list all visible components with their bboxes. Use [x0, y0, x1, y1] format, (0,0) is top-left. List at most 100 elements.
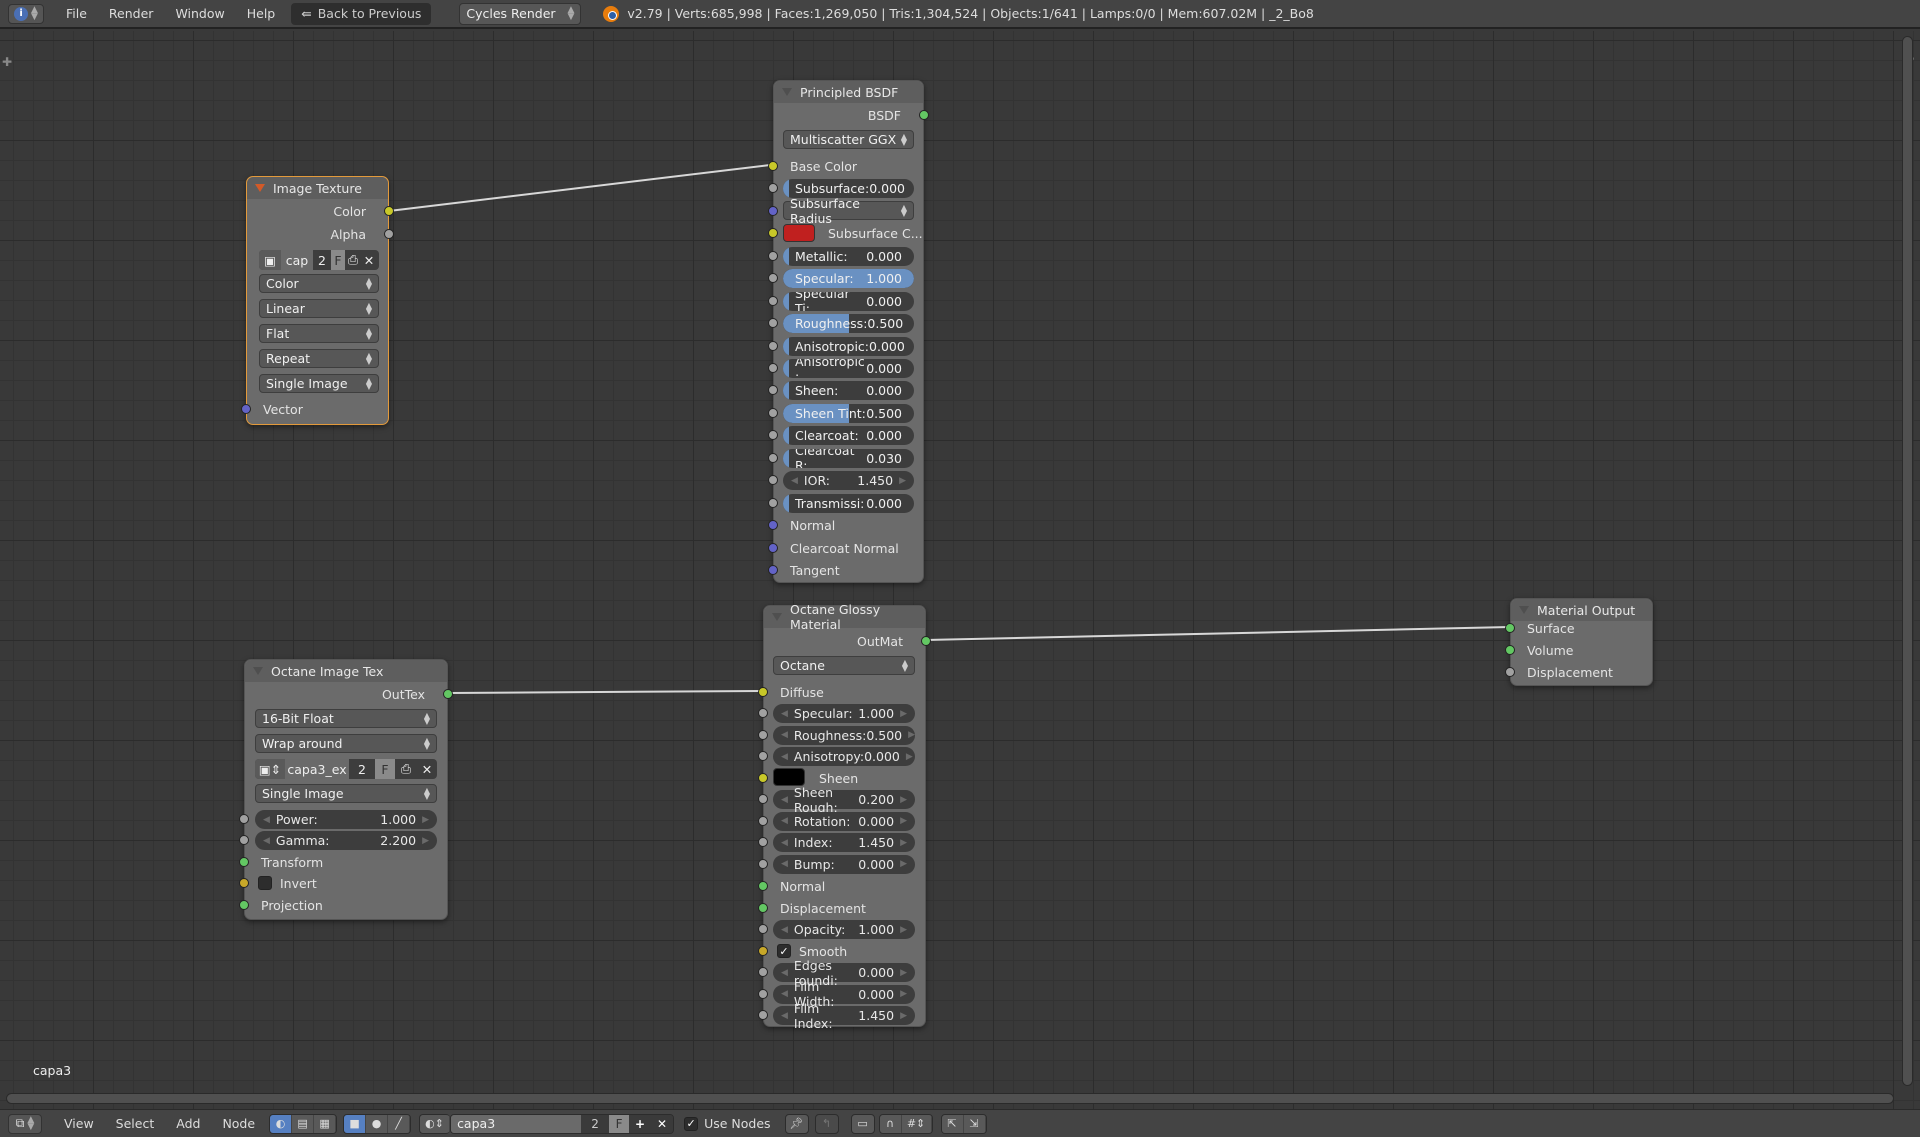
brdf-select[interactable]: Octane ▲ ▼ [773, 656, 915, 675]
image-browse-icon[interactable]: ▣ [259, 250, 281, 270]
unlink-icon[interactable]: ✕ [417, 759, 437, 779]
world-shader-icon[interactable]: ● [366, 1114, 389, 1133]
unlink-material-icon[interactable]: ✕ [651, 1114, 674, 1133]
number-field[interactable]: ◀ Rotation: 0.000 ▶ [773, 811, 915, 831]
output-socket[interactable] [919, 110, 929, 120]
menu-add[interactable]: Add [176, 1116, 200, 1131]
value-slider[interactable]: Subsurface: 0.000 [783, 179, 914, 198]
image-texture-node[interactable]: Image Texture Color Alpha ▣ cap 2 F ⎙ ✕ … [241, 176, 394, 425]
output-socket[interactable] [384, 229, 394, 239]
smooth-checkbox[interactable]: ✓ [777, 944, 791, 958]
input-socket[interactable] [768, 385, 778, 396]
input-socket[interactable] [768, 273, 778, 284]
back-to-previous-button[interactable]: ⇚ Back to Previous [291, 2, 432, 25]
image-name-field[interactable]: cap [281, 250, 313, 270]
menu-window[interactable]: Window [175, 6, 224, 21]
input-socket[interactable] [1505, 623, 1515, 633]
transmission-slider[interactable]: Transmissi: 0.000 [783, 494, 914, 513]
use-nodes-checkbox[interactable]: ✓ [684, 1116, 699, 1131]
input-socket[interactable] [239, 814, 249, 824]
increment-arrow-icon[interactable]: ▶ [900, 1011, 907, 1021]
input-socket[interactable] [768, 251, 778, 261]
collapse-triangle-icon[interactable] [1519, 606, 1529, 614]
input-socket[interactable] [1505, 667, 1515, 677]
collapse-triangle-icon[interactable] [772, 613, 782, 621]
subsurface-radius-select[interactable]: Subsurface Radius ▲ ▼ [783, 196, 914, 226]
interpolation-select[interactable]: Linear ▲ ▼ [259, 299, 379, 318]
decrement-arrow-icon[interactable]: ◀ [781, 709, 788, 719]
output-socket[interactable] [384, 206, 394, 216]
increment-arrow-icon[interactable]: ▶ [422, 836, 429, 846]
input-socket[interactable] [768, 430, 778, 441]
node-header[interactable]: Octane Glossy Material [764, 602, 925, 632]
image-selector[interactable]: ▣ cap 2 F ⎙ ✕ [259, 250, 379, 270]
line-style-icon[interactable]: ╱ [388, 1114, 411, 1133]
unlink-icon[interactable]: ✕ [361, 250, 377, 270]
paste-nodes-icon[interactable]: ⇲ [963, 1114, 986, 1133]
decrement-arrow-icon[interactable]: ◀ [781, 1011, 788, 1021]
node-header[interactable]: Principled BSDF [774, 81, 923, 103]
menu-select[interactable]: Select [116, 1116, 155, 1131]
decrement-arrow-icon[interactable]: ◀ [781, 989, 788, 999]
input-socket[interactable] [758, 903, 768, 913]
editor-type-selector[interactable]: ⧉ ▲ ▼ [8, 1113, 42, 1134]
render-engine-select[interactable]: Cycles Render ▲ ▼ [459, 2, 582, 25]
decrement-arrow-icon[interactable]: ◀ [781, 730, 788, 740]
input-socket[interactable] [768, 340, 778, 351]
extension-select[interactable]: Repeat ▲ ▼ [259, 349, 379, 368]
increment-arrow-icon[interactable]: ▶ [906, 752, 913, 762]
input-socket[interactable] [768, 565, 778, 575]
menu-render[interactable]: Render [109, 6, 154, 21]
snap-magnet-icon[interactable]: ∩ [879, 1114, 902, 1133]
menu-help[interactable]: Help [247, 6, 276, 21]
material-name-field[interactable]: capa3 [451, 1114, 582, 1133]
output-socket[interactable] [921, 636, 931, 646]
input-socket[interactable] [758, 881, 768, 891]
value-slider[interactable]: Anisotropic: 0.000 [783, 336, 914, 356]
decrement-arrow-icon[interactable]: ◀ [781, 795, 788, 805]
open-image-icon[interactable]: ⎙ [345, 250, 361, 270]
increment-arrow-icon[interactable]: ▶ [900, 816, 907, 826]
fake-user-button[interactable]: F [331, 250, 345, 270]
ior-field[interactable]: ◀ IOR: 1.450 ▶ [783, 471, 914, 490]
value-slider[interactable]: Clearcoat R: 0.030 [783, 448, 914, 468]
vertical-scrollbar[interactable] [1902, 36, 1913, 1086]
input-socket[interactable] [768, 452, 778, 463]
power-field[interactable]: ◀ Power: 1.000 ▶ [255, 810, 437, 829]
input-socket[interactable] [758, 946, 768, 956]
fake-user-button[interactable]: F [609, 1114, 630, 1133]
menu-node[interactable]: Node [222, 1116, 255, 1131]
opacity-field[interactable]: ◀ Opacity: 1.000 ▶ [773, 920, 915, 939]
new-material-icon[interactable]: + [629, 1114, 652, 1133]
decrement-arrow-icon[interactable]: ◀ [781, 838, 788, 848]
menu-view[interactable]: View [64, 1116, 94, 1131]
principled-bsdf-node[interactable]: Principled BSDF BSDF Multiscatter GGX ▲ ▼ … [768, 80, 929, 583]
number-field[interactable]: ◀ Film Index: 1.450 ▶ [773, 1001, 915, 1031]
projection-select[interactable]: Flat ▲ ▼ [259, 324, 379, 343]
number-field[interactable]: ◀ Index: 1.450 ▶ [773, 833, 915, 852]
decrement-arrow-icon[interactable]: ◀ [781, 816, 788, 826]
input-socket[interactable] [758, 1010, 768, 1020]
increment-arrow-icon[interactable]: ▶ [422, 815, 429, 825]
value-slider[interactable]: Metallic: 0.000 [783, 247, 914, 266]
image-selector[interactable]: ▣⇕ capa3_ex 2 F ⎙ ✕ [255, 759, 437, 779]
increment-arrow-icon[interactable]: ▶ [900, 925, 907, 935]
input-socket[interactable] [758, 751, 768, 761]
increment-arrow-icon[interactable]: ▶ [908, 730, 915, 740]
copy-nodes-icon[interactable]: ⇱ [941, 1114, 964, 1133]
decrement-arrow-icon[interactable]: ◀ [263, 815, 270, 825]
increment-arrow-icon[interactable]: ▶ [900, 709, 907, 719]
source-select[interactable]: Single Image ▲ ▼ [255, 784, 437, 803]
toolbar-expand-icon[interactable]: ✚ [2, 55, 12, 69]
value-slider[interactable]: Specular Ti: 0.000 [783, 291, 914, 311]
distribution-select[interactable]: Multiscatter GGX ▲ ▼ [783, 130, 914, 149]
input-socket[interactable] [1505, 645, 1515, 655]
increment-arrow-icon[interactable]: ▶ [900, 859, 907, 869]
use-nodes-toggle[interactable]: ✓ Use Nodes [684, 1116, 771, 1131]
input-socket[interactable] [239, 878, 249, 888]
input-socket[interactable] [239, 900, 249, 910]
input-socket[interactable] [768, 206, 778, 216]
editor-type-selector[interactable]: i ▲ ▼ [8, 3, 44, 24]
input-socket[interactable] [768, 520, 778, 530]
material-output-node[interactable]: Material Output Surface Volume Displacem… [1505, 598, 1653, 686]
